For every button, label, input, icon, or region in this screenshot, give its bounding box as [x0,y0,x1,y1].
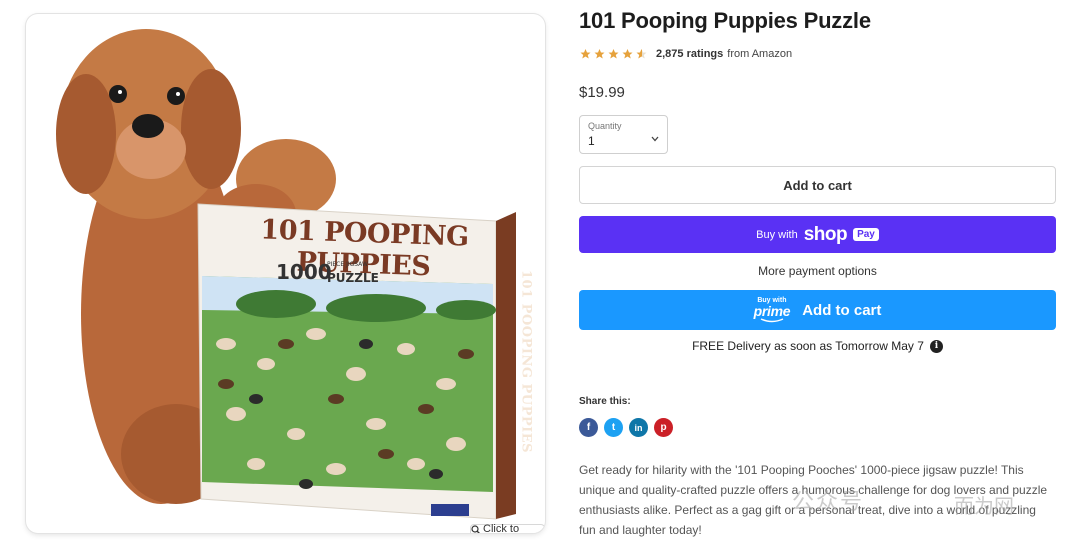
product-image[interactable]: 101 POOPING PUPPIES 1000 PIECE JIGSAW PU… [26,14,545,533]
star-icon [594,49,605,59]
quantity-value: 1 [588,134,595,148]
star-rating [579,48,648,60]
linkedin-icon[interactable]: in [629,418,648,437]
prime-wordmark: prime [753,303,791,319]
chevron-down-icon [651,129,659,147]
watermark-text-right: 而为网 [954,494,1014,518]
rating-count[interactable]: 2,875 ratings [656,48,723,60]
buy-with-shop-pay-button[interactable]: Buy with shop Pay [579,216,1056,253]
quantity-select[interactable]: Quantity 1 [579,115,668,154]
delivery-text: FREE Delivery as soon as Tomorrow May 7 [692,339,924,353]
buy-with-prime-button[interactable]: Buy with prime Add to cart [579,290,1056,330]
shop-logo-text: shop [803,223,848,245]
rating-row[interactable]: 2,875 ratings from Amazon [579,48,792,60]
share-icons: f t in p [579,418,673,437]
star-icon [608,49,619,59]
add-to-cart-button[interactable]: Add to cart [579,166,1056,204]
prime-smile-icon [760,318,784,323]
share-label: Share this: [579,396,631,407]
star-icon [580,49,591,59]
watermark-text: 公众号 [792,490,865,515]
rating-source: from Amazon [727,48,793,60]
star-icon [622,49,633,59]
product-price: $19.99 [579,84,625,101]
prime-add-to-cart-label: Add to cart [802,301,882,319]
box-piece-count: 1000 [276,260,332,284]
product-title: 101 Pooping Puppies Puzzle [579,8,871,33]
info-icon[interactable]: i [929,339,943,353]
buy-with-label: Buy with [756,228,798,241]
delivery-info: FREE Delivery as soon as Tomorrow May 7 … [579,339,1056,353]
half-star-icon [636,49,647,59]
twitter-icon[interactable]: t [604,418,623,437]
more-payment-options-link[interactable]: More payment options [579,264,1056,278]
box-puzzle-label: PUZZLE [327,271,379,285]
box-side-text: 101 POOPING PUPPIES [518,270,534,453]
pinterest-icon[interactable]: p [654,418,673,437]
quantity-label: Quantity [588,121,622,131]
prime-logo: Buy with prime [754,297,791,323]
pay-badge: Pay [853,228,879,241]
expand-label: Click to expand [483,523,520,533]
click-to-expand-button[interactable]: Click to expand [470,523,545,533]
box-subtitle: PIECE JIGSAW [327,261,368,268]
facebook-icon[interactable]: f [579,418,598,437]
